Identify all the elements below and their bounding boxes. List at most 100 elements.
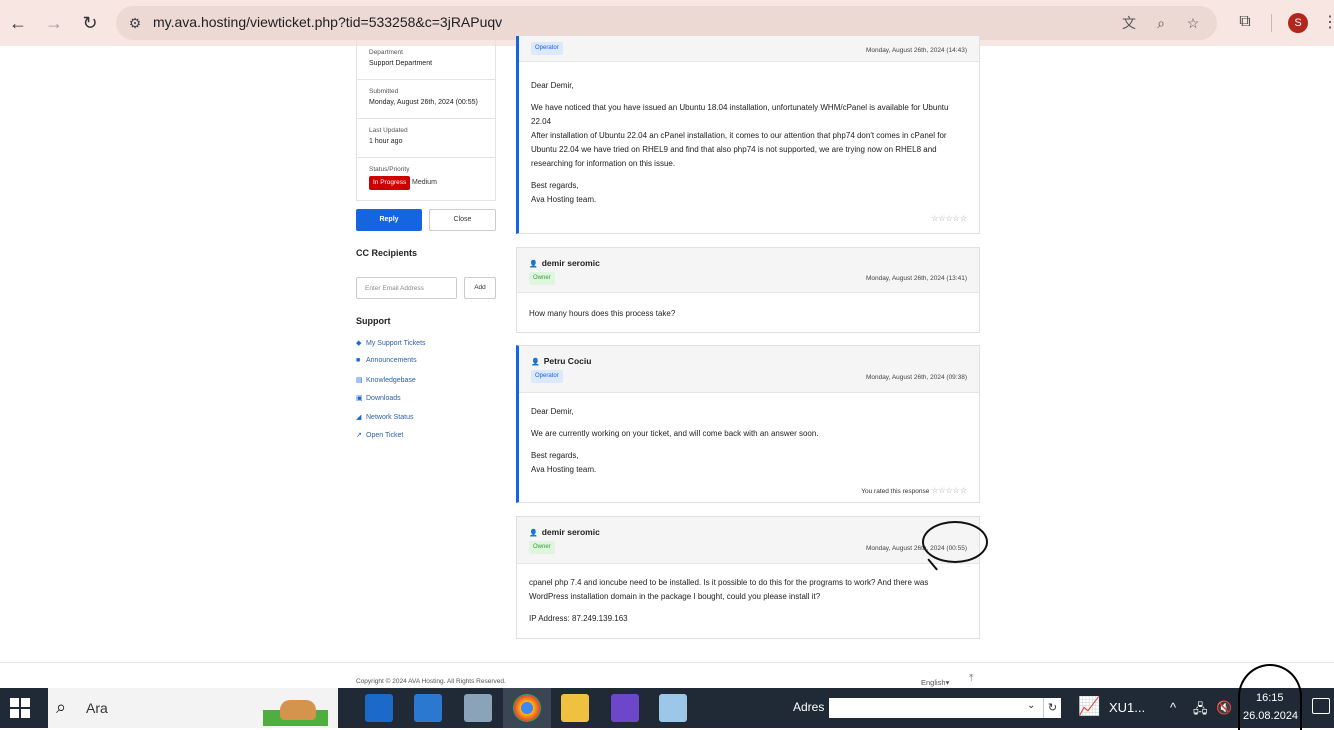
support-link-downloads[interactable]: ▣ Downloads — [356, 394, 401, 406]
footer-divider — [0, 662, 1334, 663]
close-button[interactable]: Close — [429, 209, 496, 231]
cc-recipients-heading: CC Recipients — [356, 248, 418, 258]
extensions-icon[interactable]: ⧉ — [1235, 13, 1255, 33]
book-icon: ▤ — [356, 377, 363, 384]
bookmark-star-icon[interactable]: ☆ — [1184, 14, 1202, 32]
vpn-shield-icon[interactable] — [611, 694, 639, 722]
last-updated-label: Last Updated — [369, 127, 408, 134]
rating-stars[interactable]: ☆☆☆☆☆ — [931, 486, 967, 495]
reply-paragraph: We are currently working on your ticket,… — [531, 429, 819, 438]
support-link-announcements[interactable]: ■ Announcements — [356, 357, 417, 369]
support-link-label: Knowledgebase — [366, 377, 416, 384]
role-badge: Owner — [529, 541, 555, 554]
annotation-circle — [1238, 664, 1302, 730]
go-icon[interactable]: ↻ — [1043, 698, 1061, 718]
ticket-reply: Operator Monday, August 26th, 2024 (14:4… — [516, 36, 980, 234]
reload-icon[interactable]: ↻ — [78, 11, 102, 35]
chrome-icon[interactable] — [513, 694, 541, 722]
browser-menu-icon[interactable]: ⋮ — [1322, 12, 1334, 32]
reply-author-name: demir seromic — [541, 527, 600, 537]
reply-header: Operator Monday, August 26th, 2024 (14:4… — [519, 36, 979, 62]
forward-icon[interactable]: → — [42, 11, 66, 35]
reply-header: 👤 demir seromic Owner Monday, August 26th… — [517, 517, 979, 564]
ticket-reply: 👤 demir seromic Owner Monday, August 26th… — [516, 516, 980, 639]
last-updated-value: 1 hour ago — [369, 138, 403, 145]
tray-expand-icon[interactable]: ^ — [1170, 700, 1176, 715]
address-bar[interactable]: ⚙ my.ava.hosting/viewticket.php?tid=5332… — [116, 6, 1217, 40]
volume-muted-icon[interactable]: 🔇 — [1216, 700, 1232, 716]
reply-author-name: demir seromic — [541, 258, 600, 268]
reply-author: 👤 demir seromic — [529, 527, 600, 537]
user-icon: 👤 — [529, 261, 538, 268]
windows-start-icon[interactable] — [10, 698, 30, 718]
notifications-icon[interactable] — [1312, 698, 1330, 714]
department-label: Department — [369, 49, 403, 56]
language-selector[interactable]: English▾ — [921, 678, 949, 687]
support-link-label: Open Ticket — [366, 432, 404, 439]
ticket-info-panel: Department Support Department Submitted … — [356, 40, 496, 201]
reply-body: cpanel php 7.4 and ioncube need to be in… — [529, 576, 967, 626]
priority-value: Medium — [412, 179, 437, 186]
rating-stars[interactable]: ☆☆☆☆☆ — [931, 214, 967, 223]
back-icon[interactable]: ← — [6, 11, 30, 35]
download-icon: ▣ — [356, 395, 363, 402]
reply-body: How many hours does this process take? — [529, 309, 676, 318]
support-link-open-ticket[interactable]: ↗ Open Ticket — [356, 431, 403, 443]
reply-header: 👤 demir seromic Owner Monday, August 26th… — [517, 248, 979, 293]
address-toolbar-label: Adres — [793, 700, 825, 714]
ticket-reply: 👤 demir seromic Owner Monday, August 26th… — [516, 247, 980, 333]
reply-signature: Ava Hosting team. — [531, 195, 597, 204]
status-badge: In Progress — [369, 176, 411, 190]
address-toolbar-input[interactable] — [829, 698, 1043, 718]
language-label: English — [921, 678, 946, 687]
submitted-row: Submitted Monday, August 26th, 2024 (00:… — [357, 80, 495, 119]
role-badge: Operator — [531, 370, 563, 383]
reply-paragraph: We have noticed that you have issued an … — [531, 103, 949, 126]
store-icon[interactable] — [365, 694, 393, 722]
signal-icon: ◢ — [356, 414, 362, 421]
support-link-label: Downloads — [366, 395, 401, 402]
profile-avatar[interactable]: S — [1288, 13, 1308, 33]
support-link-network-status[interactable]: ◢ Network Status — [356, 413, 413, 425]
cc-email-input[interactable] — [356, 277, 457, 299]
announcement-icon: ■ — [356, 357, 361, 364]
ticket-reply: 👤 Petru Cociu Operator Monday, August 26t… — [516, 345, 980, 503]
site-settings-icon[interactable]: ⚙ — [126, 14, 144, 32]
reply-date: Monday, August 26th, 2024 (09:38) — [865, 374, 967, 381]
user-icon: 👤 — [529, 530, 538, 537]
back-to-top-icon[interactable]: ⤒ — [969, 673, 973, 684]
copyright-text: Copyright © 2024 AVA Hosting. All Rights… — [356, 678, 506, 685]
ticket-icon: ◆ — [356, 340, 362, 347]
add-cc-button[interactable]: Add — [464, 277, 496, 299]
search-icon: ⌕ — [56, 697, 67, 717]
translate-icon[interactable]: 文 — [1120, 14, 1138, 32]
notepad-icon[interactable] — [659, 694, 687, 722]
support-link-label: Announcements — [366, 357, 417, 364]
chart-app-icon[interactable]: 📈 — [1078, 696, 1102, 720]
network-icon[interactable]: 🖧 — [1193, 700, 1208, 722]
zoom-icon[interactable]: ⌕ — [1152, 14, 1170, 32]
reply-author-name: Petru Cociu — [543, 356, 592, 366]
taskbar-app-label[interactable]: XU1... — [1109, 700, 1145, 715]
support-link-label: Network Status — [366, 414, 414, 421]
taskbar-search[interactable]: ⌕ Ara — [48, 688, 338, 728]
support-link-tickets[interactable]: ◆ My Support Tickets — [356, 339, 426, 351]
file-explorer-icon[interactable] — [561, 694, 589, 722]
role-badge: Operator — [531, 42, 563, 55]
url-text[interactable]: my.ava.hosting/viewticket.php?tid=533258… — [153, 14, 502, 30]
taskbar: ⌕ Ara Adres ⌄ ↻ 📈 XU1... ^ 🖧 🔇 16:15 26.… — [0, 688, 1334, 728]
support-link-label: My Support Tickets — [366, 340, 426, 347]
reply-date: Monday, August 26th, 2024 (14:43) — [865, 47, 967, 54]
reply-header: 👤 Petru Cociu Operator Monday, August 26t… — [519, 346, 979, 393]
reply-author: 👤 Petru Cociu — [531, 356, 591, 366]
role-badge: Owner — [529, 272, 555, 285]
support-link-knowledgebase[interactable]: ▤ Knowledgebase — [356, 376, 416, 388]
mail-icon[interactable] — [414, 694, 442, 722]
chevron-down-icon[interactable]: ⌄ — [1027, 700, 1035, 711]
remote-desktop-icon[interactable] — [464, 694, 492, 722]
reply-date: Monday, August 26th, 2024 (13:41) — [865, 275, 967, 282]
last-updated-row: Last Updated 1 hour ago — [357, 119, 495, 158]
reply-paragraph: After installation of Ubuntu 22.04 an cP… — [531, 131, 947, 168]
search-text: Ara — [86, 700, 108, 716]
reply-button[interactable]: Reply — [356, 209, 422, 231]
